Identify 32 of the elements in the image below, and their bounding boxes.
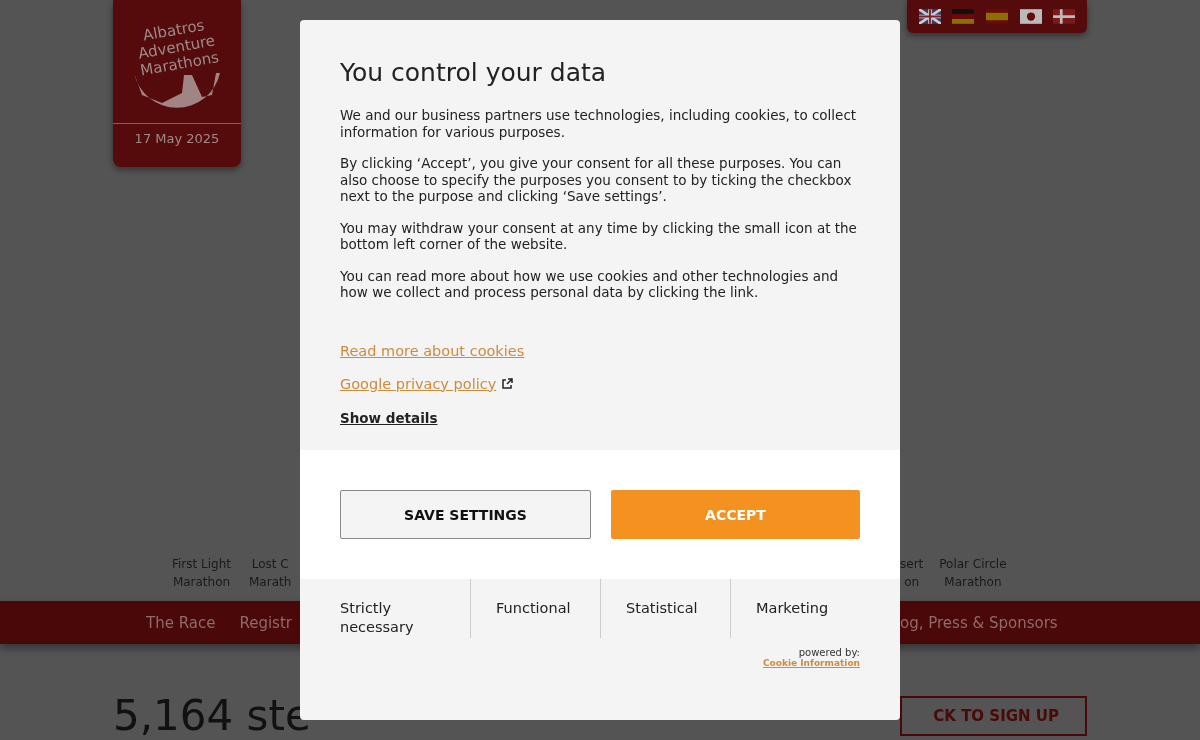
flag-icon[interactable]	[918, 9, 941, 24]
powered-by-label: powered by:	[798, 647, 860, 658]
logo-text: Albatros Adventure Marathons	[136, 15, 221, 80]
flag-icon[interactable]	[1053, 9, 1076, 24]
paragraph: You may withdraw your consent at any time by clicking the small icon at the bottom left corner of the website.	[340, 219, 858, 253]
category-tab[interactable]: Functional	[470, 579, 600, 638]
external-link-icon[interactable]	[501, 377, 514, 390]
nav-link[interactable]: The Race	[146, 613, 216, 632]
event-date: 17 May 2025	[113, 123, 241, 146]
sign-up-button[interactable]: CK TO SIGN UP	[900, 696, 1087, 736]
dialog-title: You control your data	[340, 58, 608, 87]
race-link[interactable]: First Light Marathon	[172, 555, 231, 601]
policy-link[interactable]: Google privacy policy	[340, 375, 497, 392]
race-link[interactable]: Lost C Marath	[249, 555, 292, 601]
category-tab[interactable]: Marketing	[730, 579, 860, 638]
paragraph: By clicking ‘Accept’, you give your consent for all these purposes. You can also choose to specify the purposes you consent to by ticking the checkbox next to the purpose and clicking ‘Save settings’.	[340, 155, 853, 205]
category-tab[interactable]: Strictly necessary	[300, 579, 470, 638]
save-settings-button[interactable]: SAVE SETTINGS	[340, 490, 591, 539]
category-tab[interactable]: Statistical	[600, 579, 730, 638]
flag-icon[interactable]	[952, 9, 975, 24]
provider-link[interactable]: Cookie Information	[763, 658, 860, 668]
show-details-link[interactable]: Show details	[340, 409, 438, 426]
paragraph: You can read more about how we use cookies and other technologies and how we collect and process personal data by clicking the link.	[340, 267, 840, 301]
logo-badge[interactable]: Albatros Adventure Marathons 17 May 2025	[113, 0, 241, 167]
accept-button[interactable]: ACCEPT	[611, 490, 860, 539]
flag-icon[interactable]	[1019, 9, 1042, 24]
race-link[interactable]: sert on	[900, 555, 924, 601]
paragraph: We and our business partners use technologies, including cookies, to collect information for various purposes.	[340, 107, 858, 140]
nav-link[interactable]: og, Press & Sponsors	[900, 613, 1058, 632]
policy-link[interactable]: Read more about cookies	[340, 342, 525, 359]
race-link[interactable]: Polar Circle Marathon	[939, 555, 1007, 601]
nav-link[interactable]: Registr	[239, 613, 292, 632]
